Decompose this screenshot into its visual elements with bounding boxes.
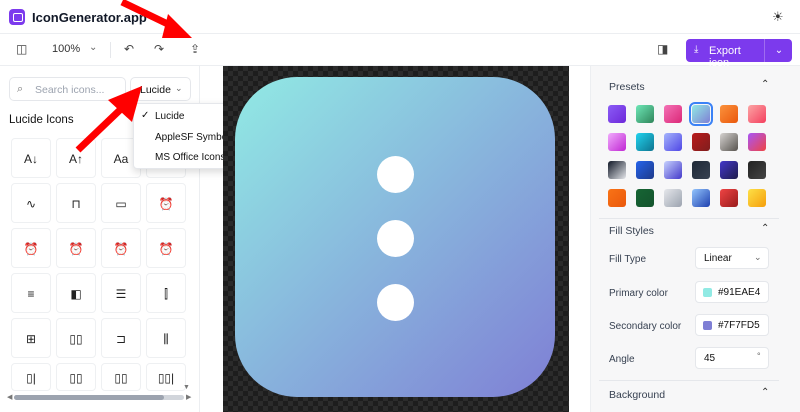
chevron-down-icon[interactable]: ⌄ — [89, 42, 97, 53]
preset-swatch[interactable] — [664, 189, 682, 207]
panel-right-icon[interactable]: ◨ — [657, 42, 668, 56]
search-icon: ⌕ — [17, 83, 24, 95]
preset-swatch[interactable] — [664, 133, 682, 151]
preset-swatch[interactable] — [720, 105, 738, 123]
align-horizontal-space-icon[interactable]: ▯▯ — [56, 363, 96, 391]
vertical-dots-icon — [377, 284, 414, 321]
annotation-arrow — [120, 0, 192, 38]
activity-icon[interactable]: ∿ — [11, 183, 51, 223]
preset-swatch[interactable] — [636, 189, 654, 207]
preset-swatch[interactable] — [720, 189, 738, 207]
preset-swatch[interactable] — [608, 189, 626, 207]
preset-swatch[interactable] — [720, 133, 738, 151]
preset-swatch[interactable] — [748, 133, 766, 151]
airplay-icon[interactable]: ▭ — [101, 183, 141, 223]
align-vertical-icon[interactable]: ▯▯ — [101, 363, 141, 391]
alarm-check-icon[interactable]: ⏰ — [11, 228, 51, 268]
section-title: Lucide Icons — [9, 114, 74, 126]
fill-type-label: Fill Type — [609, 254, 647, 265]
preset-swatch[interactable] — [748, 189, 766, 207]
icon-preview — [235, 77, 555, 397]
primary-color-swatch[interactable] — [703, 288, 712, 297]
preset-swatch[interactable] — [636, 161, 654, 179]
divider — [599, 380, 779, 381]
preset-swatch[interactable] — [636, 105, 654, 123]
album-icon[interactable]: ◧ — [56, 273, 96, 313]
sun-icon[interactable]: ☀ — [772, 9, 784, 25]
chevron-down-icon: ⌄ — [175, 83, 183, 93]
align-horizontal-distribute-center-icon[interactable]: ⫼ — [146, 318, 186, 358]
arrow-down-a-z-icon[interactable]: A↓ — [11, 138, 51, 178]
preset-swatch[interactable] — [664, 105, 682, 123]
preset-swatch[interactable] — [608, 161, 626, 179]
horizontal-scrollbar[interactable] — [14, 395, 184, 400]
fill-type-select[interactable]: Linear ⌄ — [695, 247, 769, 269]
export-menu-chevron-icon[interactable]: ⌄ — [766, 39, 792, 62]
preset-swatch[interactable] — [692, 133, 710, 151]
secondary-color-label: Secondary color — [609, 321, 682, 332]
preset-swatch[interactable] — [692, 189, 710, 207]
chevron-up-icon: ⌃ — [761, 387, 770, 398]
preset-swatch[interactable] — [689, 102, 713, 126]
primary-color-input[interactable]: #91EAE4 — [695, 281, 769, 303]
alarm-plus-icon[interactable]: ⏰ — [146, 228, 186, 268]
preset-swatch[interactable] — [692, 161, 710, 179]
chevron-down-icon: ⌄ — [754, 252, 762, 262]
vertical-dots-icon — [377, 220, 414, 257]
degree-unit: ° — [757, 351, 761, 361]
preset-swatch[interactable] — [664, 161, 682, 179]
preset-swatch[interactable] — [748, 161, 766, 179]
download-icon: ⤓ — [694, 44, 699, 55]
fill-styles-header[interactable]: Fill Styles ⌃ — [599, 220, 779, 242]
alarm-clock-icon[interactable]: ⏰ — [146, 183, 186, 223]
align-end-vertical-icon[interactable]: ⊐ — [101, 318, 141, 358]
export-button[interactable]: ⤓ Export icon ⌄ — [686, 39, 792, 69]
preset-swatch[interactable] — [748, 105, 766, 123]
air-vent-2-icon[interactable]: ≡ — [11, 273, 51, 313]
preset-swatch[interactable] — [608, 133, 626, 151]
align-center-vertical-icon[interactable]: ⊞ — [11, 318, 51, 358]
scroll-down-icon[interactable]: ▼ — [183, 384, 190, 391]
properties-panel: Presets ⌃ Fill Styles ⌃ Fill Type Linear… — [590, 66, 800, 412]
background-header[interactable]: Background ⌃ — [599, 384, 779, 406]
export-icon-button[interactable]: ⤓ Export icon — [686, 39, 765, 69]
annotation-arrow — [75, 86, 142, 153]
scrollbar-thumb[interactable] — [14, 395, 164, 400]
primary-color-label: Primary color — [609, 288, 668, 299]
app-logo-icon — [9, 9, 25, 25]
chevron-up-icon: ⌃ — [761, 79, 770, 90]
angle-label: Angle — [609, 354, 635, 365]
upload-icon[interactable]: ⇪ — [190, 42, 200, 56]
undo-icon[interactable]: ↶ — [124, 42, 134, 56]
secondary-color-swatch[interactable] — [703, 321, 712, 330]
align-center-horizontal-icon[interactable]: ⫿ — [146, 273, 186, 313]
vertical-dots-icon — [377, 156, 414, 193]
icon-canvas — [223, 66, 569, 412]
preset-swatch[interactable] — [636, 133, 654, 151]
presets-header[interactable]: Presets ⌃ — [599, 76, 779, 98]
align-horizontal-justify-icon[interactable]: ▯| — [11, 363, 51, 391]
scroll-left-icon[interactable]: ◀ — [7, 393, 12, 401]
panel-left-icon[interactable]: ◫ — [16, 42, 27, 56]
redo-icon[interactable]: ↷ — [154, 42, 164, 56]
zoom-level[interactable]: 100% — [52, 43, 80, 55]
preset-swatch[interactable] — [720, 161, 738, 179]
secondary-color-input[interactable]: #7F7FD5 — [695, 314, 769, 336]
angle-input[interactable]: 45 ° — [695, 347, 769, 369]
preset-swatch[interactable] — [608, 105, 626, 123]
align-vertical-space-icon[interactable]: ▯▯| — [146, 363, 186, 391]
toolbar-divider — [110, 42, 111, 58]
chevron-up-icon: ⌃ — [761, 223, 770, 234]
align-end-horizontal-icon[interactable]: ▯▯ — [56, 318, 96, 358]
alarm-minus-icon[interactable]: ⏰ — [56, 228, 96, 268]
air-vent-icon[interactable]: ⊓ — [56, 183, 96, 223]
align-center-icon[interactable]: ☰ — [101, 273, 141, 313]
scroll-right-icon[interactable]: ▶ — [186, 393, 191, 401]
divider — [599, 218, 779, 219]
alarm-off-icon[interactable]: ⏰ — [101, 228, 141, 268]
